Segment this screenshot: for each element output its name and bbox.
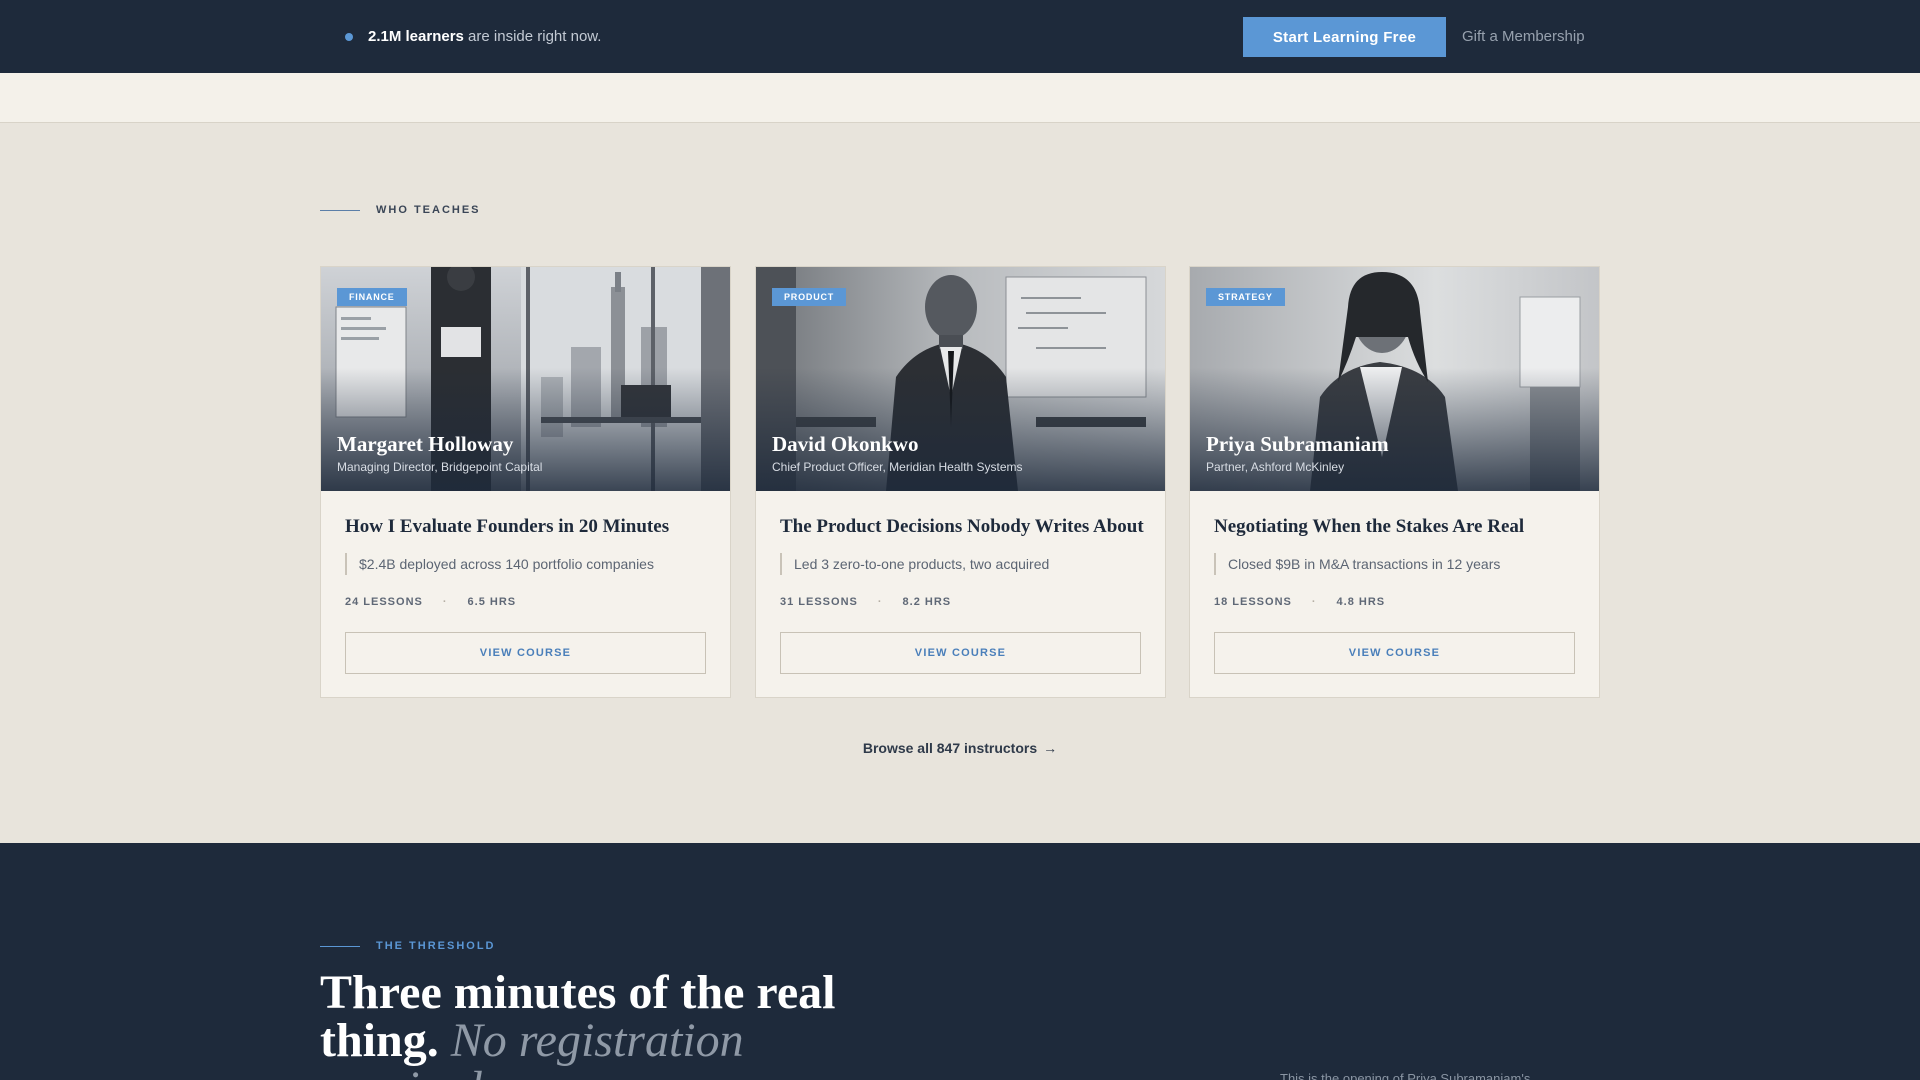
sub-header-strip — [0, 73, 1920, 123]
category-badge: FINANCE — [337, 288, 407, 306]
lesson-count: 31 LESSONS — [780, 596, 858, 608]
lesson-count: 18 LESSONS — [1214, 596, 1292, 608]
browse-instructors-link[interactable]: Browse all 847 instructors → — [0, 740, 1920, 756]
threshold-label-text: THE THRESHOLD — [376, 940, 496, 952]
top-bar: 2.1M learners are inside right now. Star… — [0, 0, 1920, 73]
section-rule — [320, 945, 360, 947]
course-hours: 6.5 HRS — [467, 596, 517, 608]
learners-count: 2.1M learners — [368, 28, 464, 45]
instructor-name: David Okonkwo — [772, 432, 919, 456]
course-hours: 4.8 HRS — [1336, 596, 1386, 608]
lesson-count: 24 LESSONS — [345, 596, 423, 608]
meta-separator: · — [877, 596, 883, 608]
arrow-right-icon: → — [1043, 740, 1058, 756]
view-course-button[interactable]: VIEW COURSE — [1214, 632, 1575, 674]
who-teaches-text: WHO TEACHES — [376, 204, 481, 216]
meta-separator: · — [1311, 596, 1317, 608]
course-meta: 31 LESSONS · 8.2 HRS — [780, 596, 951, 608]
instructor-credential: Led 3 zero-to-one products, two acquired — [780, 553, 1049, 575]
instructor-name: Margaret Holloway — [337, 432, 514, 456]
course-title: The Product Decisions Nobody Writes Abou… — [780, 516, 1144, 537]
course-card-strategy[interactable]: STRATEGY Priya Subramaniam Partner, Ashf… — [1189, 266, 1600, 698]
start-learning-button[interactable]: Start Learning Free — [1243, 17, 1446, 57]
category-badge: STRATEGY — [1206, 288, 1285, 306]
threshold-section: THE THRESHOLD Three minutes of the real … — [0, 843, 1920, 1080]
meta-separator: · — [442, 596, 448, 608]
learners-suffix: are inside right now. — [463, 28, 602, 45]
course-card-product[interactable]: PRODUCT David Okonkwo Chief Product Offi… — [755, 266, 1166, 698]
course-meta: 24 LESSONS · 6.5 HRS — [345, 596, 516, 608]
view-course-button[interactable]: VIEW COURSE — [780, 632, 1141, 674]
instructor-role: Managing Director, Bridgepoint Capital — [337, 460, 543, 474]
course-title: Negotiating When the Stakes Are Real — [1214, 516, 1525, 537]
live-dot-icon — [345, 33, 353, 41]
course-card-finance[interactable]: FINANCE Margaret Holloway Managing Direc… — [320, 266, 731, 698]
who-teaches-label: WHO TEACHES — [320, 203, 481, 217]
threshold-headline: Three minutes of the real thing. No regi… — [320, 969, 880, 1080]
course-hours: 8.2 HRS — [902, 596, 952, 608]
instructor-role: Chief Product Officer, Meridian Health S… — [772, 460, 1023, 474]
instructor-name: Priya Subramaniam — [1206, 432, 1389, 456]
instructor-credential: $2.4B deployed across 140 portfolio comp… — [345, 553, 654, 575]
instructor-role: Partner, Ashford McKinley — [1206, 460, 1345, 474]
gift-membership-link[interactable]: Gift a Membership — [1462, 27, 1585, 47]
course-meta: 18 LESSONS · 4.8 HRS — [1214, 596, 1385, 608]
threshold-label: THE THRESHOLD — [320, 939, 496, 953]
instructor-credential: Closed $9B in M&A transactions in 12 yea… — [1214, 553, 1500, 575]
threshold-teaser: This is the opening of Priya Subramaniam… — [1280, 1071, 1531, 1080]
browse-instructors-label: Browse all 847 instructors — [862, 740, 1038, 756]
category-badge: PRODUCT — [772, 288, 847, 306]
course-title: How I Evaluate Founders in 20 Minutes — [345, 516, 670, 537]
view-course-button[interactable]: VIEW COURSE — [345, 632, 706, 674]
section-rule — [320, 209, 360, 211]
learners-count-text: 2.1M learners are inside right now. — [368, 27, 601, 47]
